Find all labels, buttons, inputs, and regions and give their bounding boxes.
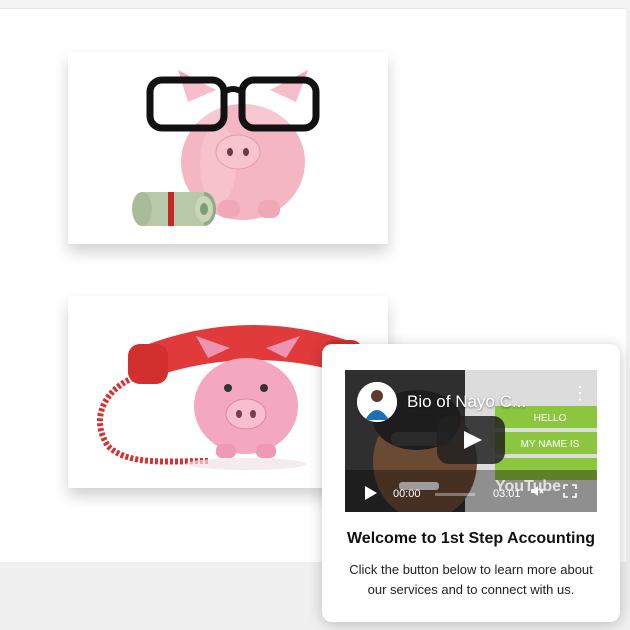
fullscreen-icon[interactable] <box>563 484 577 498</box>
mute-icon[interactable] <box>530 484 544 498</box>
youtube-video-embed[interactable]: HELLO MY NAME IS Bio of Nayo C... ⋮ 00:0… <box>345 370 597 512</box>
kebab-icon[interactable]: ⋮ <box>571 384 589 402</box>
svg-text:HELLO: HELLO <box>534 413 567 424</box>
current-time: 00:00 <box>393 488 421 500</box>
piggy-glasses-illustration <box>68 52 388 244</box>
channel-avatar[interactable] <box>357 382 397 422</box>
top-bar <box>0 0 630 9</box>
popup-title: Welcome to 1st Step Accounting <box>346 530 596 547</box>
youtube-logo[interactable]: YouTube <box>495 478 561 496</box>
video-title[interactable]: Bio of Nayo C... <box>407 392 557 412</box>
welcome-popup: HELLO MY NAME IS Bio of Nayo C... ⋮ 00:0… <box>322 344 620 622</box>
avatar-icon <box>357 382 397 422</box>
play-control-icon[interactable] <box>365 486 377 500</box>
progress-bar[interactable] <box>435 493 475 496</box>
scrollbar-track[interactable] <box>626 8 630 568</box>
play-button[interactable] <box>437 416 505 464</box>
svg-text:MY NAME IS: MY NAME IS <box>521 439 580 450</box>
piggy-bank-glasses-image <box>68 52 388 244</box>
popup-body: Click the button below to learn more abo… <box>349 562 593 597</box>
